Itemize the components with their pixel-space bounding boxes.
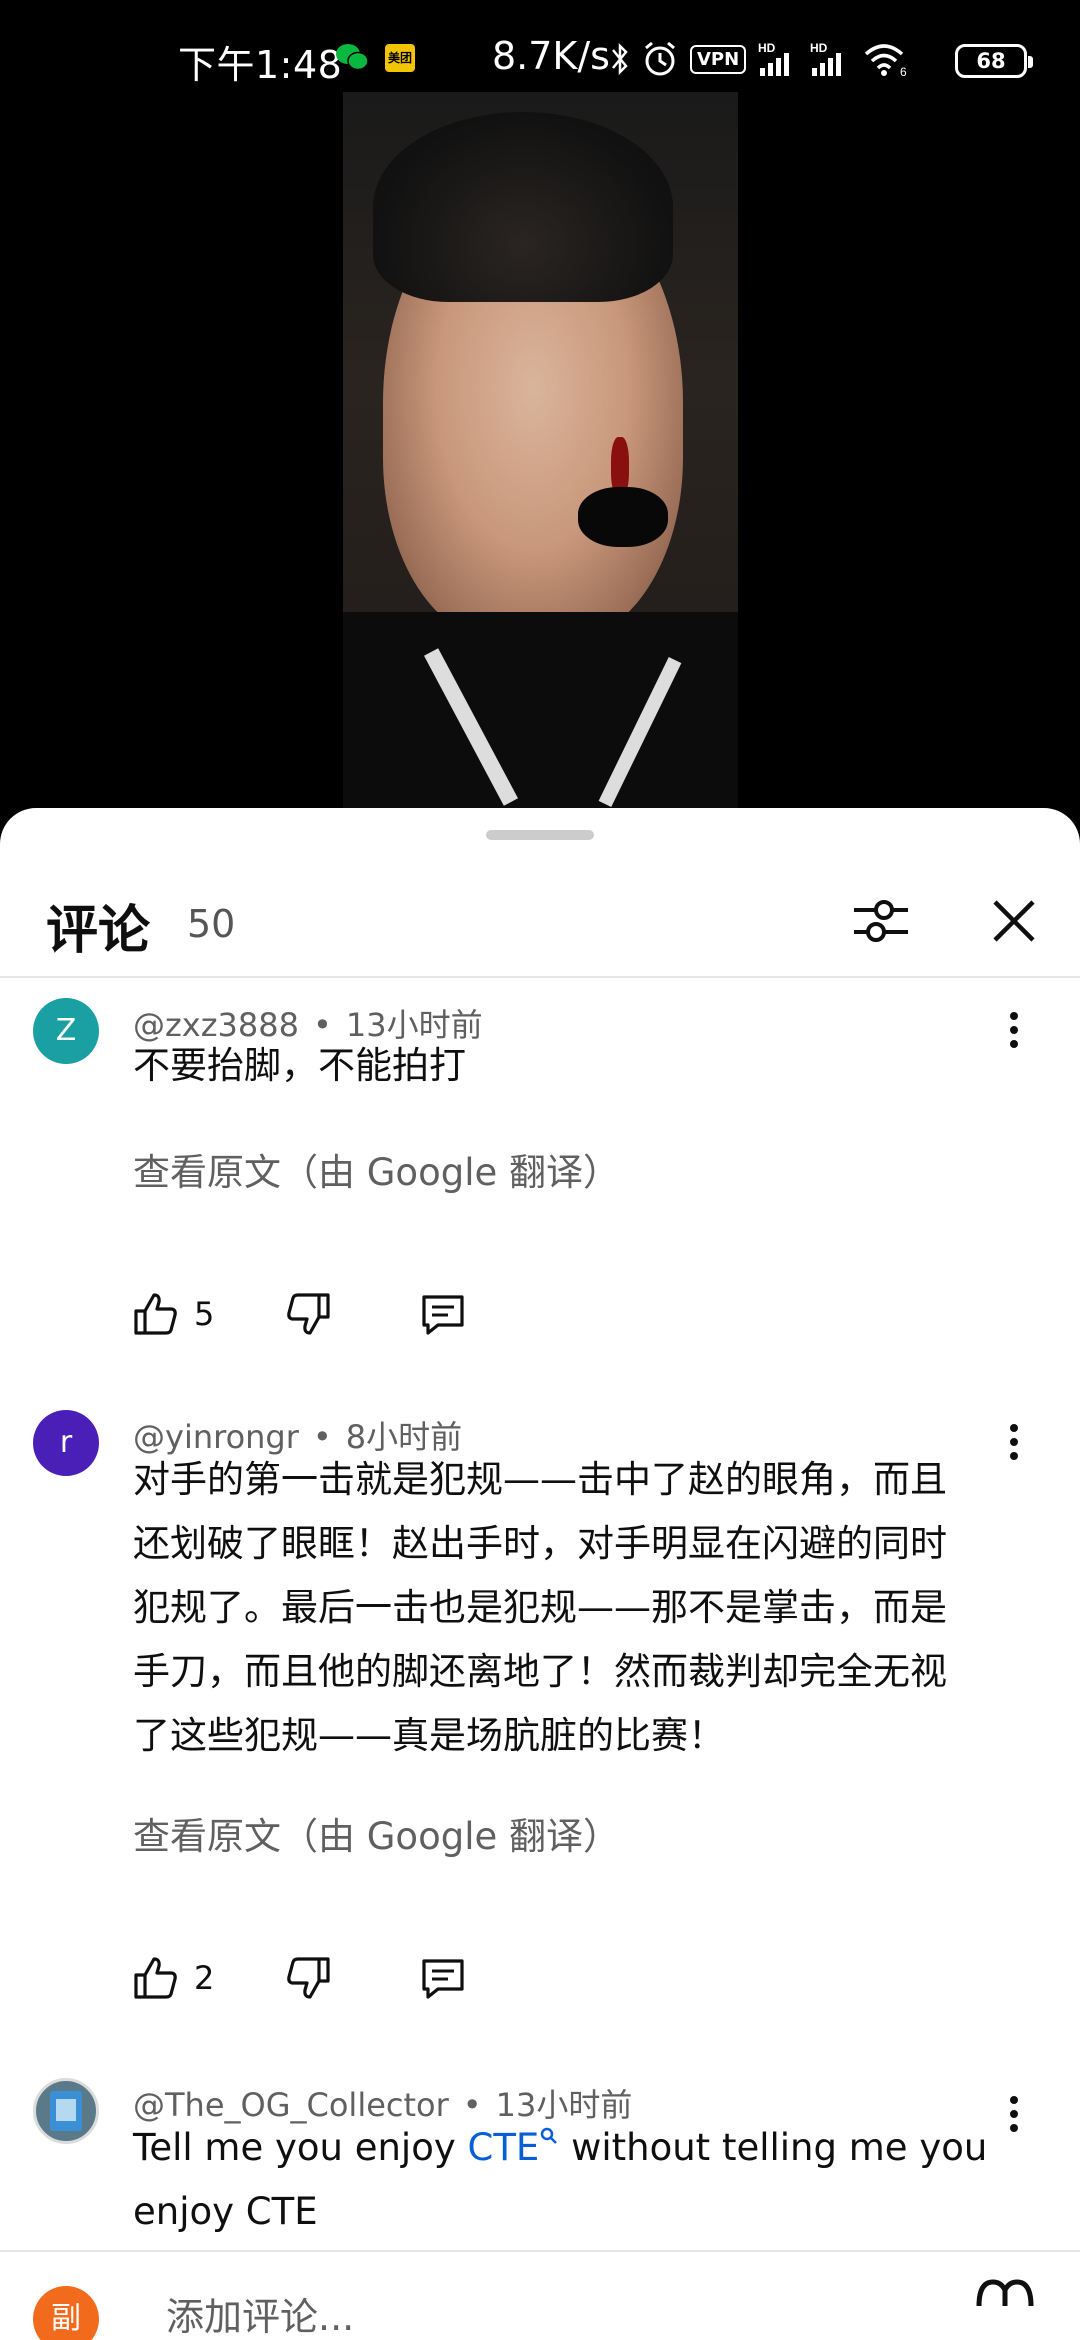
vpn-badge: VPN [690, 44, 747, 74]
close-icon[interactable] [985, 892, 1043, 950]
reply-button[interactable] [418, 1953, 468, 2003]
comment-text: 对手的第一击就是犯规——击中了赵的眼角，而且 还划破了眼眶！赵出手时，对手明显在… [133, 1448, 1003, 1768]
reply-icon [422, 1959, 464, 1999]
wifi-icon: 6 [865, 44, 907, 78]
comment-text-part: without telling me you [559, 2126, 988, 2169]
signal-hd-icon-2: HD [810, 41, 842, 76]
comment-line: 手刀，而且他的脚还离地了！然而裁判却完全无视 [133, 1650, 947, 1693]
comment-line: enjoy CTE [133, 2190, 318, 2233]
video-hair [373, 112, 673, 302]
avatar[interactable]: r [33, 1410, 99, 1476]
comment-actions: 2 [130, 1948, 468, 2008]
thumbs-down-icon [287, 1957, 330, 1999]
comments-sheet: 评论 50 Z @zxz3888 • 13小时前 不要抬脚，不能拍打 查看原文（由 … [0, 808, 1080, 2340]
comment-text: Tell me you enjoy CTE without telling me… [133, 2116, 1003, 2244]
video-jersey [343, 612, 738, 812]
comment-actions: 5 [130, 1284, 468, 1344]
video-mouthguard [578, 487, 668, 547]
avatar-image-icon [50, 2091, 82, 2131]
status-icons: VPN HD HD 6 [610, 36, 910, 82]
comments-title: 评论 [46, 901, 151, 961]
see-original-link[interactable]: 查看原文（由 Google 翻译） [133, 1806, 620, 1860]
drag-handle[interactable] [486, 830, 594, 840]
add-comment-bar: 副 添加评论... [0, 2250, 1080, 2340]
thumbs-up-icon [134, 1957, 177, 1999]
wechat-icon [336, 44, 369, 71]
comments-count: 50 [187, 902, 236, 946]
dislike-button[interactable] [284, 1289, 334, 1339]
search-icon [541, 2127, 558, 2144]
comment-line: 犯规了。最后一击也是犯规——那不是掌击，而是 [133, 1586, 947, 1629]
add-comment-input[interactable]: 添加评论... [166, 2286, 354, 2340]
reply-button[interactable] [418, 1289, 468, 1339]
like-count: 5 [194, 1295, 215, 1333]
comments-header: 评论 50 [0, 868, 1080, 968]
comment-line: 还划破了眼眶！赵出手时，对手明显在闪避的同时 [133, 1522, 947, 1565]
svg-text:6: 6 [900, 65, 907, 78]
like-count: 2 [194, 1959, 215, 1997]
search-link-cte[interactable]: CTE [468, 2126, 540, 2169]
thumbs-up-icon [134, 1293, 177, 1335]
battery-indicator: 68 [955, 44, 1033, 78]
like-button[interactable]: 2 [130, 1953, 214, 2003]
like-button[interactable]: 5 [130, 1289, 214, 1339]
comment-item: @The_OG_Collector • 13小时前 Tell me you enjo… [0, 2074, 1080, 2254]
reply-icon [422, 1295, 464, 1335]
signal-hd-icon: HD [758, 41, 790, 76]
alarm-icon [645, 41, 675, 76]
network-speed: 8.7K/s [492, 34, 610, 78]
svg-text:HD: HD [758, 41, 776, 55]
emoji-icon[interactable] [975, 2272, 1035, 2332]
header-divider [0, 976, 1080, 978]
comment-text: 不要抬脚，不能拍打 [133, 1044, 466, 1087]
svg-text:HD: HD [810, 41, 828, 55]
comment-text-part: Tell me you enjoy [133, 2126, 468, 2169]
comment-line: 了这些犯规——真是场肮脏的比赛！ [133, 1714, 725, 1757]
dislike-button[interactable] [284, 1953, 334, 2003]
thumbs-down-icon [287, 1293, 330, 1335]
comment-item: Z @zxz3888 • 13小时前 不要抬脚，不能拍打 查看原文（由 Google… [0, 994, 1080, 1454]
filter-sort-icon[interactable] [848, 888, 914, 954]
video-preview[interactable] [343, 92, 738, 812]
my-avatar[interactable]: 副 [33, 2286, 99, 2340]
comment-line: 对手的第一击就是犯规——击中了赵的眼角，而且 [133, 1458, 947, 1501]
bluetooth-icon [612, 42, 628, 76]
comment-line: Tell me you enjoy CTE without telling me… [133, 2116, 1003, 2180]
comment-item: r @yinrongr • 8小时前 对手的第一击就是犯规——击中了赵的眼角，而且 … [0, 1406, 1080, 2046]
see-original-link[interactable]: 查看原文（由 Google 翻译） [133, 1142, 620, 1196]
status-time: 下午1:48 [178, 43, 343, 87]
meituan-app-icon: 美团 [385, 44, 415, 72]
avatar[interactable]: Z [33, 998, 99, 1064]
avatar[interactable] [33, 2078, 99, 2144]
